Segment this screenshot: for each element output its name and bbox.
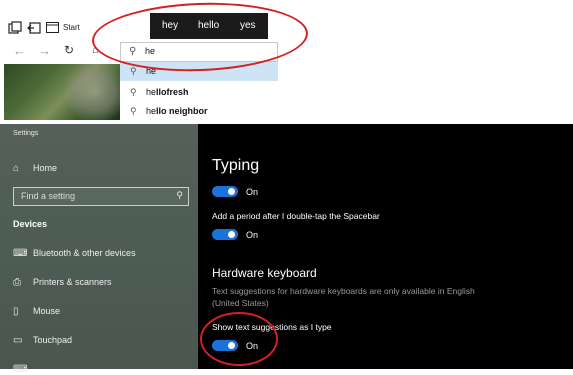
toggle-state-label: On — [246, 230, 259, 240]
find-setting-search[interactable]: Find a setting ⚲ — [13, 187, 189, 206]
printer-icon: ⎙ — [13, 277, 21, 288]
touchpad-icon: ▭ — [13, 335, 23, 346]
tab-page-icon — [46, 22, 59, 33]
suggestion-item[interactable]: ⚲ hellofresh — [120, 83, 278, 102]
suggestion-dropdown: ⚲ he ⚲ hellofresh ⚲ hello neighbor — [120, 62, 278, 124]
search-icon: ⚲ — [176, 190, 183, 200]
mouse-icon: ▯ — [13, 306, 19, 317]
forward-arrow-icon[interactable]: → — [38, 44, 51, 57]
page-background-image — [4, 64, 120, 120]
window-title: Settings — [13, 130, 39, 137]
suggestion-item[interactable]: ⚲ hello neighbor — [120, 102, 278, 121]
search-icon: ⚲ — [130, 106, 137, 116]
typing-icon: ⌨ — [13, 364, 28, 375]
toggle-knob — [228, 188, 235, 195]
page-title: Typing — [212, 157, 260, 174]
suggestion-completion: llo neighbor — [156, 106, 208, 116]
suggestion-completion: llofresh — [156, 87, 189, 97]
home-icon: ⌂ — [13, 163, 20, 174]
section-title: Hardware keyboard — [212, 266, 317, 280]
search-icon: ⚲ — [130, 87, 137, 97]
typing-toggle[interactable] — [212, 186, 238, 197]
sidebar-item-label: Bluetooth & other devices — [33, 248, 136, 258]
suggestion-label: hello neighbor — [146, 106, 208, 116]
search-placeholder: Find a setting — [21, 191, 76, 201]
tab-label[interactable]: Start — [63, 23, 80, 32]
settings-window: Settings ⌂ Home Find a setting ⚲ Devices… — [0, 124, 573, 375]
setting-label: Add a period after I double-tap the Spac… — [212, 211, 380, 221]
sidebar-item-label: Mouse — [33, 306, 61, 316]
bluetooth-keyboard-icon: ⌨ — [13, 248, 28, 259]
section-description: Text suggestions for hardware keyboards … — [212, 286, 475, 308]
toggle-state-label: On — [246, 187, 259, 197]
sidebar-item-label: Printers & scanners — [33, 277, 112, 287]
annotation-circle — [200, 312, 278, 366]
sidebar-item-label: Home — [33, 163, 58, 173]
tab-actions-icon[interactable] — [8, 21, 22, 35]
suggestion-label: hellofresh — [146, 87, 189, 97]
toggle-knob — [228, 231, 235, 238]
settings-sidebar: Settings ⌂ Home Find a setting ⚲ Devices… — [0, 124, 198, 375]
sidebar-item-label: Touchpad — [33, 335, 73, 345]
section-header: Devices — [13, 219, 48, 229]
back-arrow-icon[interactable]: ← — [13, 44, 26, 57]
refresh-icon[interactable]: ↻ — [64, 44, 74, 57]
set-tabs-aside-icon[interactable] — [27, 21, 41, 35]
search-icon: ⚲ — [130, 66, 137, 76]
period-toggle[interactable] — [212, 229, 238, 240]
